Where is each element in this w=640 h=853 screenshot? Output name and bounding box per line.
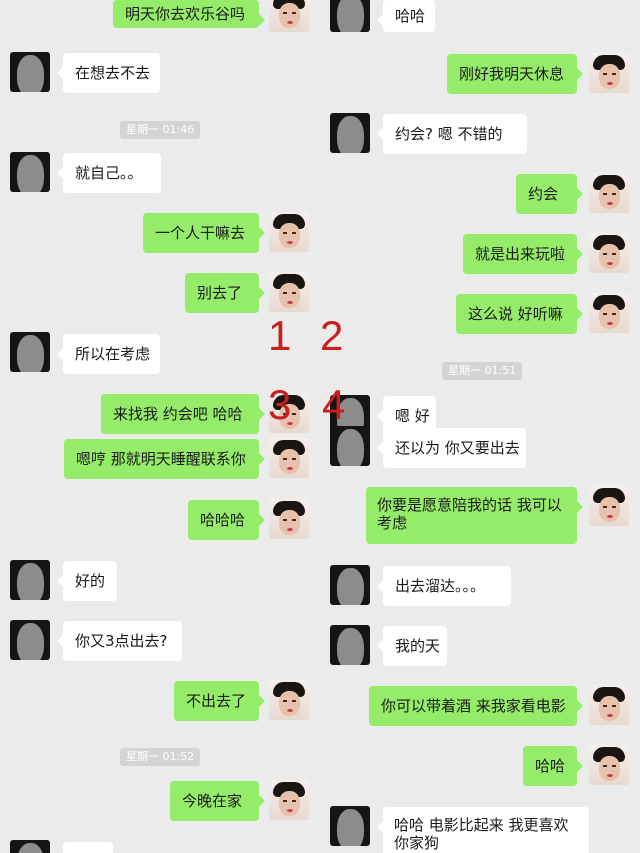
- message-bubble: 就自己。。: [57, 153, 161, 193]
- message-bubble: 一个人干嘛去: [143, 213, 265, 253]
- message-bubble: 今晚在家: [170, 781, 265, 821]
- contact-avatar[interactable]: [330, 625, 370, 665]
- self-avatar[interactable]: [269, 680, 309, 720]
- contact-avatar[interactable]: [330, 806, 370, 846]
- message-bubble: [63, 842, 113, 853]
- contact-avatar[interactable]: [10, 332, 50, 372]
- message-bubble: 你可以带着酒 来我家看电影: [369, 686, 583, 726]
- self-avatar[interactable]: [269, 499, 309, 539]
- self-avatar[interactable]: [269, 212, 309, 252]
- self-avatar[interactable]: [269, 0, 309, 32]
- message-bubble: 来找我 约会吧 哈哈: [101, 394, 265, 434]
- chat-panel-right: 哈哈 刚好我明天休息 约会? 嗯 不错的 约会 就是出来玩啦 这么说 好听嘛 星…: [320, 0, 640, 853]
- timestamp: 星期一 01:46: [120, 121, 201, 139]
- contact-avatar[interactable]: [10, 560, 50, 600]
- message-bubble: 哈哈: [523, 746, 583, 786]
- message-bubble: 你又3点出去?: [57, 621, 182, 661]
- message-bubble: 明天你去欢乐谷吗: [113, 0, 265, 28]
- self-avatar[interactable]: [269, 780, 309, 820]
- self-avatar[interactable]: [589, 486, 629, 526]
- panel-number-marker: 2: [320, 312, 344, 359]
- message-bubble: 约会? 嗯 不错的: [377, 114, 527, 154]
- self-avatar[interactable]: [589, 233, 629, 273]
- panel-number-marker: 3: [268, 381, 292, 428]
- timestamp: 星期一 01:51: [442, 362, 523, 380]
- self-avatar[interactable]: [269, 272, 309, 312]
- contact-avatar[interactable]: [10, 152, 50, 192]
- contact-avatar[interactable]: [330, 113, 370, 153]
- self-avatar[interactable]: [589, 293, 629, 333]
- contact-avatar[interactable]: [10, 840, 50, 853]
- message-bubble: 嗯 好: [377, 396, 436, 432]
- self-avatar[interactable]: [589, 685, 629, 725]
- message-bubble: 你要是愿意陪我的话 我可以考虑: [366, 487, 583, 544]
- message-bubble: 嗯哼 那就明天睡醒联系你: [64, 439, 265, 479]
- message-bubble: 刚好我明天休息: [447, 54, 583, 94]
- contact-avatar[interactable]: [330, 426, 370, 466]
- panel-number-marker: 4: [322, 381, 346, 428]
- message-bubble: 所以在考虑: [57, 334, 160, 374]
- self-avatar[interactable]: [269, 438, 309, 478]
- panel-number-marker: 1: [268, 312, 292, 359]
- message-bubble: 别去了: [185, 273, 265, 313]
- collage: 明天你去欢乐谷吗 在想去不去 星期一 01:46 就自己。。 一个人干嘛去 别去…: [0, 0, 640, 853]
- contact-avatar[interactable]: [10, 620, 50, 660]
- message-bubble: 哈哈哈: [188, 500, 265, 540]
- message-bubble: 约会: [516, 174, 583, 214]
- timestamp: 星期一 01:52: [120, 748, 201, 766]
- message-bubble: 哈哈: [377, 0, 435, 32]
- message-bubble: 在想去不去: [57, 53, 160, 93]
- contact-avatar[interactable]: [10, 52, 50, 92]
- self-avatar[interactable]: [589, 745, 629, 785]
- message-bubble: 这么说 好听嘛: [456, 294, 583, 334]
- contact-avatar[interactable]: [330, 0, 370, 32]
- message-bubble: 哈哈 电影比起来 我更喜欢你家狗: [377, 807, 589, 853]
- message-bubble: 我的天: [377, 626, 447, 666]
- message-bubble: 就是出来玩啦: [463, 234, 583, 274]
- contact-avatar[interactable]: [330, 565, 370, 605]
- message-bubble: 不出去了: [174, 681, 265, 721]
- self-avatar[interactable]: [589, 173, 629, 213]
- message-bubble: 还以为 你又要出去: [377, 428, 526, 468]
- message-bubble: 出去溜达。。。: [377, 566, 511, 606]
- self-avatar[interactable]: [589, 53, 629, 93]
- message-bubble: 好的: [57, 561, 117, 601]
